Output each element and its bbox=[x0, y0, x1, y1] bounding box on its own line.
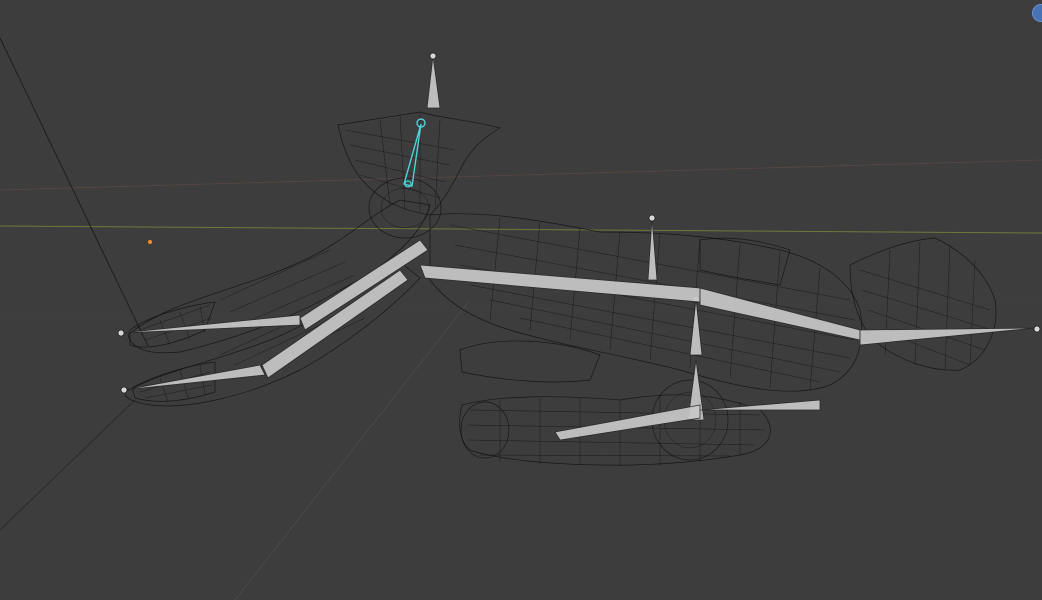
bone-front-leg-shoulder[interactable] bbox=[299, 239, 429, 331]
3d-viewport[interactable] bbox=[0, 0, 1042, 600]
grid-line bbox=[0, 399, 136, 531]
floor-grid bbox=[0, 37, 1042, 600]
bone-joint[interactable] bbox=[117, 329, 125, 337]
bone-head-top[interactable] bbox=[426, 55, 441, 109]
armature[interactable] bbox=[117, 52, 1041, 441]
bone-hind-leg-thigh[interactable] bbox=[699, 399, 821, 411]
bone-hind-leg[interactable] bbox=[554, 404, 701, 441]
bone-hip-up[interactable] bbox=[689, 298, 703, 356]
bone-spine-rear[interactable] bbox=[699, 287, 861, 341]
bone-joint[interactable] bbox=[648, 214, 656, 222]
viewport-canvas[interactable] bbox=[0, 0, 1042, 600]
x-axis-line bbox=[0, 159, 1042, 191]
bone-neck-active[interactable] bbox=[403, 123, 422, 187]
bone-spine[interactable] bbox=[419, 264, 701, 303]
bone-spine-up[interactable] bbox=[647, 217, 658, 281]
bone-joint[interactable] bbox=[1033, 325, 1041, 333]
grid-line bbox=[0, 299, 1042, 319]
origin-point[interactable] bbox=[148, 240, 152, 244]
bone-front-leg-lower[interactable] bbox=[123, 364, 266, 391]
grid-line bbox=[234, 299, 471, 600]
grid-line bbox=[0, 37, 149, 347]
y-axis-line bbox=[0, 225, 1042, 234]
bone-front-leg-upper[interactable] bbox=[120, 314, 301, 334]
bone-joint[interactable] bbox=[120, 386, 128, 394]
bone-joint[interactable] bbox=[429, 52, 437, 60]
bone-tail[interactable] bbox=[859, 327, 1037, 346]
